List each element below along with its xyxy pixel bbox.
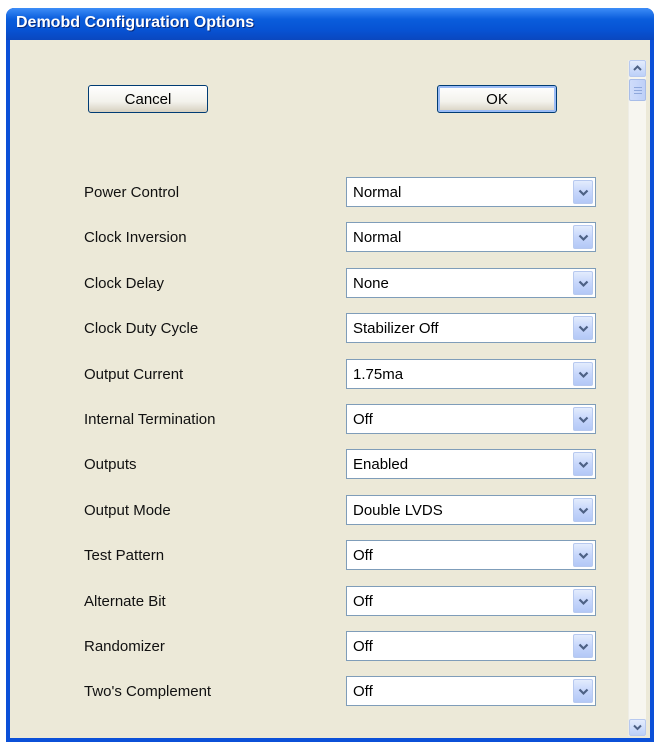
cancel-button[interactable]: Cancel [88,85,208,113]
randomizer-selected-value: Off [353,638,373,655]
outputs-label: Outputs [84,456,137,473]
clock-delay-selected-value: None [353,275,389,292]
power-control-dropdown-button[interactable] [573,180,593,204]
clock-inversion-label: Clock Inversion [84,229,187,246]
output-mode-select[interactable]: Double LVDS [346,495,596,525]
two-s-complement-select[interactable]: Off [346,676,596,706]
output-current-selected-value: 1.75ma [353,366,404,383]
test-pattern-dropdown-button[interactable] [573,543,593,567]
randomizer-select[interactable]: Off [346,631,596,661]
chevron-down-icon [578,688,589,696]
vertical-scrollbar[interactable] [628,60,646,736]
title-bar[interactable]: Demobd Configuration Options [6,8,654,40]
chevron-down-icon [578,371,589,379]
alternate-bit-dropdown-button[interactable] [573,589,593,613]
output-mode-label: Output Mode [84,502,171,519]
ok-button[interactable]: OK [437,85,557,113]
chevron-down-icon [578,507,589,515]
output-current-label: Output Current [84,366,184,383]
scroll-up-arrow-icon [633,65,642,71]
dialog-window: Demobd Configuration Options Cancel OK P… [6,8,654,742]
clock-inversion-select[interactable]: Normal [346,222,596,252]
chevron-down-icon [578,643,589,651]
outputs-select[interactable]: Enabled [346,449,596,479]
alternate-bit-selected-value: Off [353,593,373,610]
chevron-down-icon [578,552,589,560]
scroll-down-button[interactable] [629,719,646,736]
clock-delay-select[interactable]: None [346,268,596,298]
clock-inversion-dropdown-button[interactable] [573,225,593,249]
randomizer-label: Randomizer [84,638,165,655]
two-s-complement-dropdown-button[interactable] [573,679,593,703]
output-current-select[interactable]: 1.75ma [346,359,596,389]
power-control-select[interactable]: Normal [346,177,596,207]
clock-duty-cycle-select[interactable]: Stabilizer Off [346,313,596,343]
chevron-down-icon [578,416,589,424]
internal-termination-selected-value: Off [353,411,373,428]
clock-delay-label: Clock Delay [84,275,165,292]
dialog-body: Cancel OK Power Control Normal Clock Inver… [10,40,650,738]
clock-duty-cycle-selected-value: Stabilizer Off [353,320,439,337]
chevron-down-icon [578,598,589,606]
output-current-dropdown-button[interactable] [573,362,593,386]
scroll-up-button[interactable] [629,60,646,77]
clock-delay-dropdown-button[interactable] [573,271,593,295]
outputs-selected-value: Enabled [353,456,409,473]
chevron-down-icon [578,280,589,288]
internal-termination-dropdown-button[interactable] [573,407,593,431]
clock-duty-cycle-dropdown-button[interactable] [573,316,593,340]
two-s-complement-label: Two's Complement [84,683,212,700]
test-pattern-select[interactable]: Off [346,540,596,570]
scroll-thumb[interactable] [629,79,646,101]
chevron-down-icon [578,234,589,242]
outputs-dropdown-button[interactable] [573,452,593,476]
power-control-label: Power Control [84,184,180,201]
clock-duty-cycle-label: Clock Duty Cycle [84,320,199,337]
output-mode-dropdown-button[interactable] [573,498,593,522]
power-control-selected-value: Normal [353,184,402,201]
randomizer-dropdown-button[interactable] [573,634,593,658]
test-pattern-selected-value: Off [353,547,373,564]
output-mode-selected-value: Double LVDS [353,502,443,519]
chevron-down-icon [578,461,589,469]
chevron-down-icon [578,189,589,197]
clock-inversion-selected-value: Normal [353,229,402,246]
window-title: Demobd Configuration Options [16,14,255,31]
chevron-down-icon [578,325,589,333]
alternate-bit-select[interactable]: Off [346,586,596,616]
scroll-down-arrow-icon [633,724,642,731]
internal-termination-select[interactable]: Off [346,404,596,434]
alternate-bit-label: Alternate Bit [84,593,166,610]
test-pattern-label: Test Pattern [84,547,165,564]
two-s-complement-selected-value: Off [353,683,373,700]
internal-termination-label: Internal Termination [84,411,216,428]
